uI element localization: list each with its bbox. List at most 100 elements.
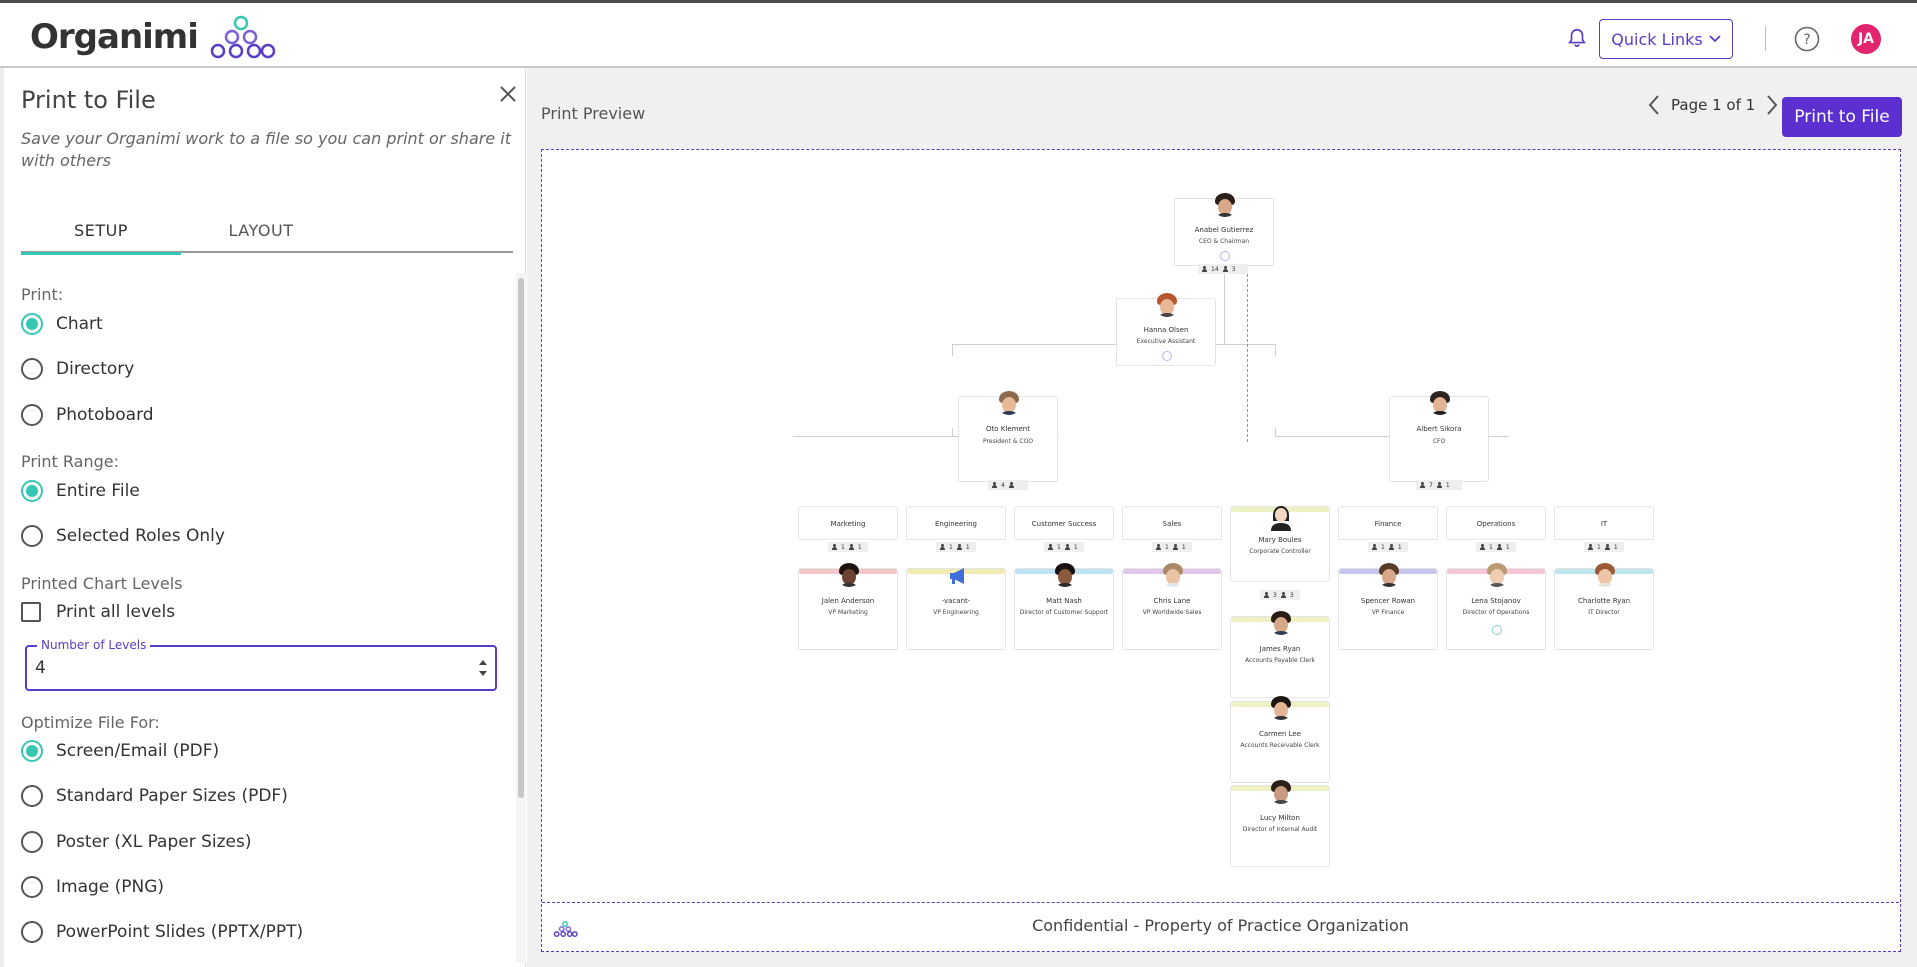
person-title: Director of Operations [1462,609,1530,616]
person-title: VP Finance [1371,609,1405,616]
radio-button[interactable] [21,785,43,807]
count-value: 1 [1505,543,1510,551]
person-photo [1155,293,1179,317]
organimi-logo[interactable]: Organimi [30,15,276,59]
radio-button[interactable] [21,831,43,853]
department-engineering[interactable]: Engineering [906,506,1006,540]
help-icon[interactable]: ? [1794,26,1820,52]
print-preview-label: Print Preview [541,104,646,123]
count-value: 3 [1289,591,1294,599]
print-all-levels-checkbox[interactable]: Print all levels [21,602,175,622]
next-page-icon[interactable] [1765,94,1779,116]
person-title: Director of Internal Audit [1242,826,1318,833]
department-finance[interactable]: Finance [1338,506,1438,540]
radio-button[interactable] [21,740,43,762]
count-value: 1 [1597,543,1601,551]
report-counts: 11 [828,542,868,552]
checkbox[interactable] [21,602,41,622]
org-card-report[interactable]: Lucy Milton Director of Internal Audit [1230,780,1330,867]
org-card-cfo[interactable]: Albert Sikora CFO [1389,391,1489,482]
megaphone-icon [950,568,964,584]
radio-entire-file[interactable]: Entire File [21,480,140,502]
person-title: Accounts Payable Clerk [1244,657,1316,664]
department-operations[interactable]: Operations [1446,506,1546,540]
radio-standard-paper[interactable]: Standard Paper Sizes (PDF) [21,785,288,807]
count-value: 1 [1445,481,1450,489]
person-title: President & COO [982,438,1034,445]
org-card-dept-head[interactable]: Matt Nash Director of Customer Support [1014,563,1114,650]
person-icon [1436,482,1443,488]
org-card-report[interactable]: Carmen Lee Accounts Receivable Clerk [1230,696,1330,783]
radio-selected-roles[interactable]: Selected Roles Only [21,525,225,547]
report-counts: 11 [1476,542,1516,552]
org-card-president[interactable]: Oto Klement President & COO [958,391,1058,482]
department-it[interactable]: IT [1554,506,1654,540]
close-icon[interactable] [496,82,520,106]
checkbox-label: Print all levels [56,602,176,622]
number-of-levels-value[interactable]: 4 [35,658,46,678]
radio-button[interactable] [21,921,43,943]
radio-button[interactable] [21,358,43,380]
org-card-dept-head[interactable]: Charlotte Ryan IT Director [1554,563,1654,650]
quick-links-dropdown[interactable]: Quick Links [1599,19,1733,59]
person-photo [1053,563,1077,587]
radio-label: Entire File [56,481,140,501]
tab-setup[interactable]: SETUP [21,208,181,255]
person-photo [1485,563,1509,587]
previous-page-icon[interactable] [1647,94,1661,116]
connector-line [952,344,1275,345]
person-name: Chris Lane [1153,597,1191,605]
org-card-ceo[interactable]: Anabel Gutierrez CEO & Chairman [1174,193,1274,266]
radio-button[interactable] [21,876,43,898]
team-icon [1419,482,1426,488]
radio-directory[interactable]: Directory [21,358,134,380]
panel-tabs: SETUP LAYOUT [21,208,513,255]
org-card-dept-head[interactable]: Jalen Anderson VP Marketing [798,563,898,650]
top-navigation-bar: Organimi Quick Links ? JA [0,0,1917,68]
department-sales[interactable]: Sales [1122,506,1222,540]
radio-image-png[interactable]: Image (PNG) [21,876,164,898]
radio-button[interactable] [21,525,43,547]
radio-photoboard[interactable]: Photoboard [21,404,154,426]
panel-scrollbar-thumb[interactable] [518,278,524,798]
radio-label: Selected Roles Only [56,526,225,546]
radio-button[interactable] [21,480,43,502]
radio-screen-email[interactable]: Screen/Email (PDF) [21,740,219,762]
person-photo [1213,193,1237,217]
person-icon [1496,544,1503,550]
org-card-dept-head[interactable]: -vacant- VP Engineering [906,568,1006,650]
org-card-report[interactable]: James Ryan Accounts Payable Clerk [1230,611,1330,698]
org-card-controller[interactable]: Mary Boules Corporate Controller [1230,506,1330,582]
chart-levels-label: Printed Chart Levels [21,574,183,593]
connector-line [1275,344,1276,356]
person-photo [837,563,861,587]
page-indicator: Page 1 of 1 [1671,96,1756,114]
radio-powerpoint[interactable]: PowerPoint Slides (PPTX/PPT) [21,921,303,943]
person-icon [1222,266,1229,272]
org-card-dept-head[interactable]: Chris Lane VP Worldwide Sales [1122,563,1222,650]
person-icon [956,544,963,550]
number-stepper-icon[interactable] [477,655,489,681]
quick-links-label: Quick Links [1611,29,1703,49]
org-card-dept-head[interactable]: Lena Stojanov Director of Operations [1446,563,1546,650]
org-card-dept-head[interactable]: Spencer Rowan VP Finance [1338,563,1438,650]
org-link-icon [1162,351,1172,361]
department-marketing[interactable]: Marketing [798,506,898,540]
org-card-assistant[interactable]: Hanna Olsen Executive Assistant [1116,293,1216,366]
number-of-levels-field[interactable]: Number of Levels 4 [25,638,497,691]
number-of-levels-label: Number of Levels [37,638,151,652]
department-customer-success[interactable]: Customer Success [1014,506,1114,540]
radio-button[interactable] [21,313,43,335]
notifications-bell-icon[interactable] [1566,27,1588,49]
radio-label: Screen/Email (PDF) [56,741,220,761]
person-title: VP Engineering [933,609,979,616]
person-photo [1428,391,1452,415]
radio-chart[interactable]: Chart [21,313,103,335]
print-to-file-button[interactable]: Print to File [1782,97,1902,137]
person-photo [997,391,1021,415]
person-photo [1269,780,1293,804]
radio-button[interactable] [21,404,43,426]
tab-layout[interactable]: LAYOUT [181,208,341,253]
radio-poster[interactable]: Poster (XL Paper Sizes) [21,831,252,853]
user-avatar[interactable]: JA [1851,24,1881,54]
